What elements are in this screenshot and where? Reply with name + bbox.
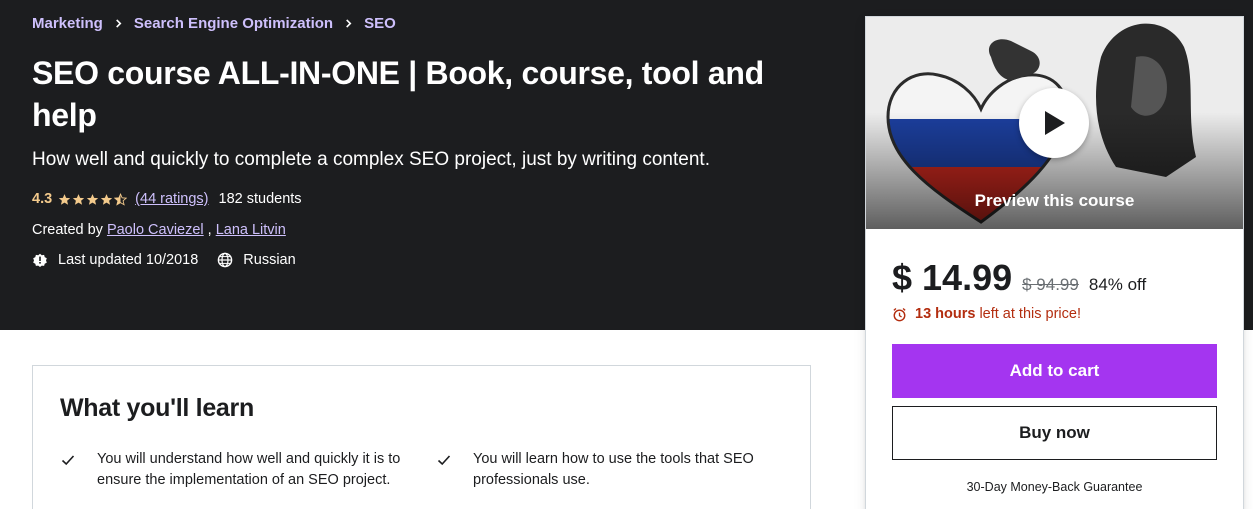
globe-icon [217,252,233,268]
author-separator: , [207,222,212,238]
star-icon [86,193,99,205]
learn-item-text: You will understand how well and quickly… [97,451,401,488]
ratings-count-link[interactable]: (44 ratings) [135,191,208,207]
learn-item: You will learn how to use the tools that… [437,449,787,491]
breadcrumb-marketing[interactable]: Marketing [32,15,103,32]
timer-text: left at this price! [979,306,1081,322]
play-button[interactable] [1019,88,1089,158]
language-text: Russian [243,252,296,268]
course-subtitle: How well and quickly to complete a compl… [32,149,710,170]
course-title: SEO course ALL-IN-ONE | Book, course, to… [32,55,764,133]
purchase-card: Preview this course $ 14.99 $ 94.99 84% … [865,16,1244,509]
rating-number: 4.3 [32,191,53,207]
last-updated: Last updated 10/2018 [32,252,198,268]
course-preview[interactable]: Preview this course [866,17,1243,229]
price-timer: 13 hours left at this price! [892,306,1081,322]
price-row: $ 14.99 $ 94.99 84% off [892,257,1146,299]
author-link[interactable]: Paolo Caviezel [107,222,204,238]
buy-now-button[interactable]: Buy now [892,406,1217,460]
author-link[interactable]: Lana Litvin [216,222,286,238]
last-updated-text: Last updated 10/2018 [58,252,199,268]
breadcrumb: Marketing Search Engine Optimization SEO [32,15,396,32]
created-by-row: Created by Paolo Caviezel , Lana Litvin [32,222,286,238]
discount-percent: 84% off [1088,275,1147,294]
star-icon [72,193,85,205]
star-icon [58,193,71,205]
rating-row: 4.3 (44 ratings) 182 students [32,191,302,207]
created-by-label: Created by [32,222,103,238]
learn-title: What you'll learn [60,394,254,422]
learn-item: You will understand how well and quickly… [61,449,411,491]
learn-item-text: You will learn how to use the tools that… [473,451,754,488]
money-back-guarantee: 30-Day Money-Back Guarantee [966,480,1143,494]
half-star-icon [114,192,128,206]
course-language: Russian [217,252,296,268]
add-to-cart-button[interactable]: Add to cart [892,344,1217,398]
timer-hours: 13 hours [915,306,976,322]
star-rating [58,192,128,206]
alarm-clock-icon [892,307,907,322]
alert-badge-icon [32,252,48,268]
play-icon [1045,111,1065,135]
course-meta: Last updated 10/2018 Russian [32,252,315,268]
preview-label: Preview this course [974,191,1135,210]
check-icon [437,453,451,467]
star-icon [100,193,113,205]
check-icon [61,453,75,467]
what-youll-learn-box: What you'll learn You will understand ho… [32,365,811,509]
breadcrumb-seo-category[interactable]: Search Engine Optimization [134,15,333,32]
breadcrumb-seo-topic[interactable]: SEO [364,15,396,32]
current-price: $ 14.99 [892,257,1013,298]
students-count: 182 students [218,191,302,207]
original-price: $ 94.99 [1022,275,1079,294]
chevron-right-icon [344,19,353,28]
chevron-right-icon [114,19,123,28]
